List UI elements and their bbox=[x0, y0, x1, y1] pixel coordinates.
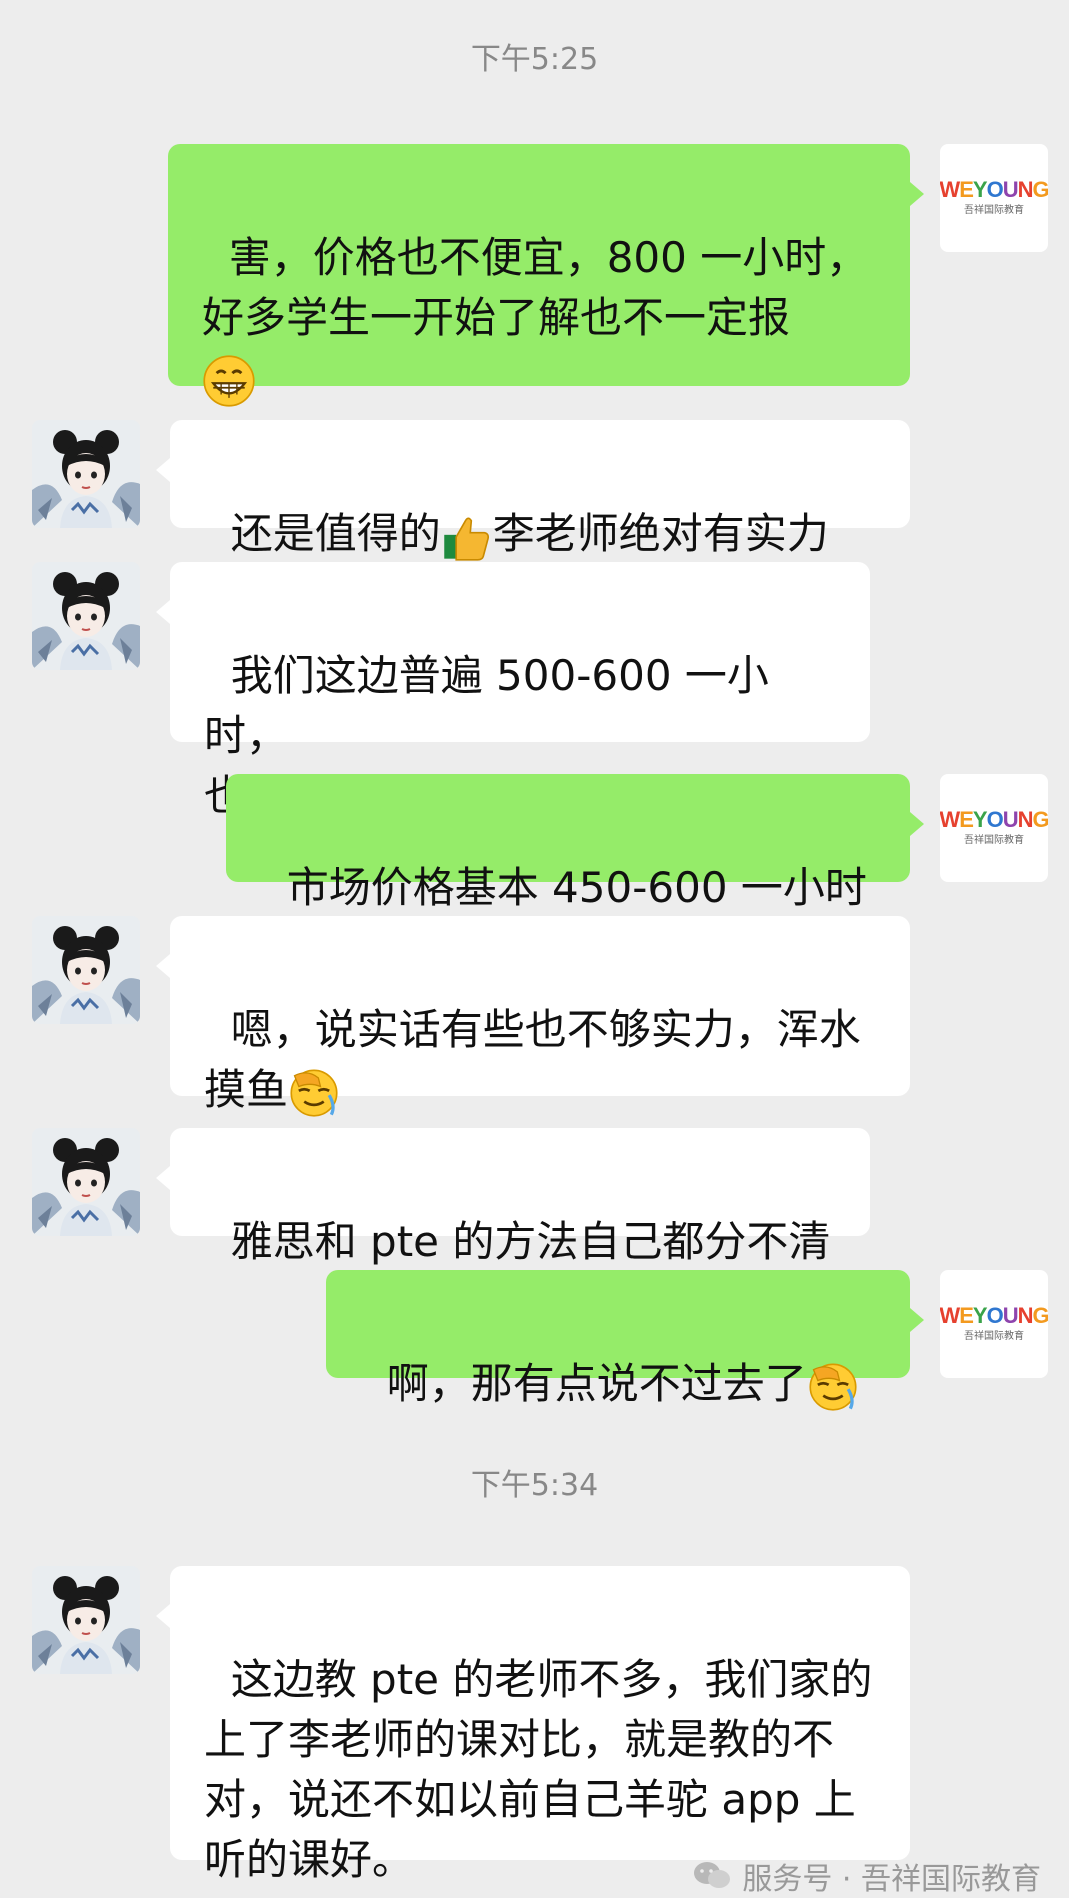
thumbs-up-emoji-icon bbox=[441, 511, 493, 563]
received-message-2[interactable]: 还是值得的 李老师绝对有实力 bbox=[156, 420, 910, 528]
message-text: 啊，那有点说不过去了 bbox=[386, 1359, 807, 1408]
message-text: 雅思和 pte 的方法自己都分不清 bbox=[230, 1217, 831, 1266]
sent-message-4[interactable]: 市场价格基本 450-600 一小时 bbox=[226, 774, 924, 912]
received-message-3[interactable]: 我们这边普遍 500-600 一小时， 也不便宜的 bbox=[156, 562, 870, 820]
weyoung-logo-subtext: 吾祥国际教育 bbox=[964, 835, 1024, 846]
sent-message-1[interactable]: 害，价格也不便宜，800 一小时， 好多学生一开始了解也不一定报 bbox=[168, 144, 924, 386]
weyoung-logo-subtext: 吾祥国际教育 bbox=[964, 1331, 1024, 1342]
weyoung-logo: WEYOUNG bbox=[940, 177, 1048, 202]
weyoung-avatar[interactable]: WEYOUNG 吾祥国际教育 bbox=[940, 1270, 1048, 1378]
wechat-icon bbox=[692, 1860, 732, 1892]
received-message-8[interactable]: 这边教 pte 的老师不多，我们家的 上了李老师的课对比，就是教的不 对，说还不… bbox=[156, 1566, 910, 1884]
face-palm-emoji-icon bbox=[288, 1067, 340, 1119]
girl-avatar-image bbox=[32, 916, 140, 1024]
girl-avatar[interactable] bbox=[32, 916, 140, 1024]
weyoung-logo: WEYOUNG bbox=[940, 1303, 1048, 1328]
message-text: 市场价格基本 450-600 一小时 bbox=[286, 863, 867, 912]
weyoung-avatar[interactable]: WEYOUNG 吾祥国际教育 bbox=[940, 774, 1048, 882]
sent-message-7[interactable]: 啊，那有点说不过去了 bbox=[326, 1270, 924, 1378]
girl-avatar-image bbox=[32, 562, 140, 670]
grinning-emoji-icon bbox=[202, 354, 256, 408]
weyoung-avatar[interactable]: WEYOUNG 吾祥国际教育 bbox=[940, 144, 1048, 252]
footer-text: 服务号 · 吾祥国际教育 bbox=[742, 1862, 1041, 1897]
weyoung-logo-subtext: 吾祥国际教育 bbox=[964, 205, 1024, 216]
girl-avatar-image bbox=[32, 1128, 140, 1236]
timestamp-1: 下午5:25 bbox=[470, 42, 599, 77]
received-message-6[interactable]: 雅思和 pte 的方法自己都分不清 bbox=[156, 1128, 870, 1266]
message-text-after: 李老师绝对有实力 bbox=[492, 509, 829, 558]
girl-avatar[interactable] bbox=[32, 1128, 140, 1236]
message-text: 还是值得的 bbox=[230, 509, 441, 558]
face-palm-emoji-icon bbox=[807, 1361, 859, 1413]
message-text: 害，价格也不便宜，800 一小时， 好多学生一开始了解也不一定报 bbox=[202, 233, 869, 342]
girl-avatar[interactable] bbox=[32, 420, 140, 528]
message-text: 这边教 pte 的老师不多，我们家的 上了李老师的课对比，就是教的不 对，说还不… bbox=[204, 1655, 873, 1884]
girl-avatar-image bbox=[32, 1566, 140, 1674]
girl-avatar[interactable] bbox=[32, 1566, 140, 1674]
timestamp-2: 下午5:34 bbox=[470, 1468, 599, 1503]
received-message-5[interactable]: 嗯，说实话有些也不够实力，浑水 摸鱼 bbox=[156, 916, 910, 1096]
girl-avatar[interactable] bbox=[32, 562, 140, 670]
service-account-footer: 服务号 · 吾祥国际教育 bbox=[692, 1854, 1041, 1898]
girl-avatar-image bbox=[32, 420, 140, 528]
weyoung-logo: WEYOUNG bbox=[940, 807, 1048, 832]
